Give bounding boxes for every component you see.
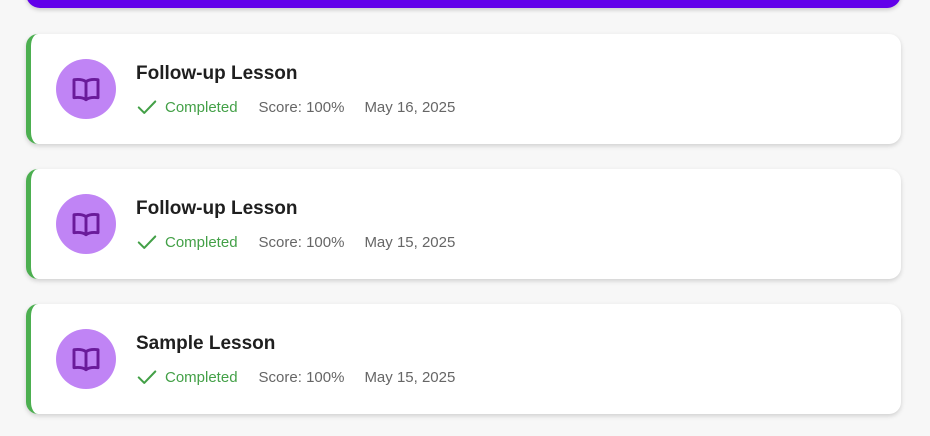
check-icon: [137, 235, 157, 249]
status-label: Completed: [165, 233, 238, 251]
lesson-score: Score: 100%: [258, 98, 345, 116]
book-icon: [72, 77, 100, 102]
lesson-meta: Completed Score: 100% May 15, 2025: [136, 231, 455, 253]
lesson-title: Follow-up Lesson: [136, 198, 298, 219]
book-icon: [72, 212, 100, 237]
status-label: Completed: [165, 98, 238, 116]
lesson-meta: Completed Score: 100% May 16, 2025: [136, 96, 455, 118]
status-badge: Completed: [136, 231, 238, 253]
lesson-date: May 15, 2025: [364, 233, 456, 251]
lesson-avatar: [56, 194, 116, 254]
lesson-card[interactable]: Sample Lesson Completed Score: 100% May …: [26, 304, 901, 414]
lesson-card[interactable]: Follow-up Lesson Completed Score: 100% M…: [26, 169, 901, 279]
status-label: Completed: [165, 368, 238, 386]
lesson-card[interactable]: Follow-up Lesson Completed Score: 100% M…: [26, 34, 901, 144]
book-icon: [72, 347, 100, 372]
check-icon: [137, 100, 157, 114]
lesson-score: Score: 100%: [258, 368, 345, 386]
lesson-meta: Completed Score: 100% May 15, 2025: [136, 366, 455, 388]
lesson-date: May 16, 2025: [364, 98, 456, 116]
lesson-avatar: [56, 59, 116, 119]
status-badge: Completed: [136, 366, 238, 388]
lesson-title: Follow-up Lesson: [136, 63, 298, 84]
check-icon: [137, 370, 157, 384]
status-badge: Completed: [136, 96, 238, 118]
lesson-avatar: [56, 329, 116, 389]
lesson-score: Score: 100%: [258, 233, 345, 251]
lesson-date: May 15, 2025: [364, 368, 456, 386]
header-bar: [26, 0, 901, 8]
lesson-history-page: Follow-up Lesson Completed Score: 100% M…: [0, 0, 930, 436]
lesson-title: Sample Lesson: [136, 333, 276, 354]
